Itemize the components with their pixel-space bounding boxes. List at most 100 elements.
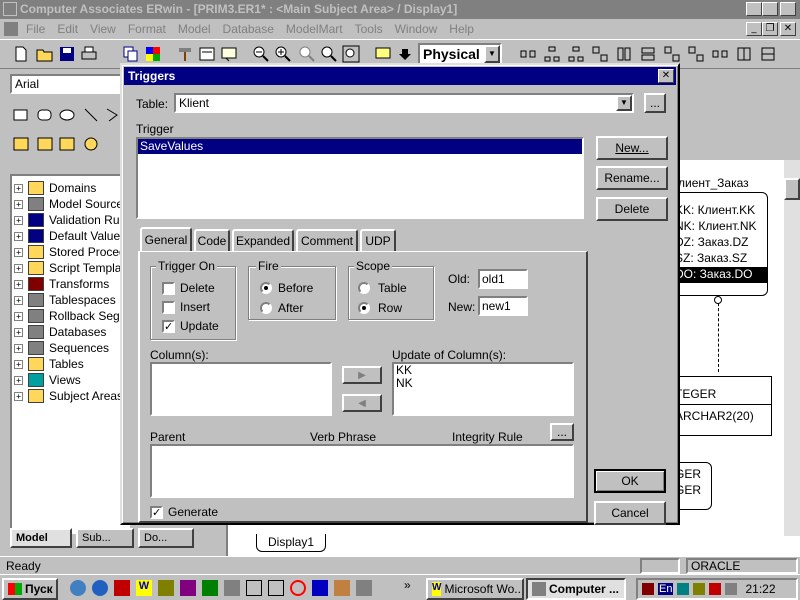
doc-minimize-button[interactable]: _	[746, 22, 762, 36]
tree-item[interactable]: + Default Values	[14, 228, 126, 244]
remove-column-button[interactable]: ◀	[342, 394, 382, 412]
columns-icon[interactable]	[616, 46, 632, 62]
task-word[interactable]: W Microsoft Wo...	[426, 578, 524, 600]
minimize-button[interactable]: _	[746, 2, 762, 16]
tray-icon[interactable]	[642, 583, 654, 595]
open-folder-icon[interactable]	[36, 45, 54, 63]
menu-item-window[interactable]: Window	[395, 22, 438, 36]
menu-item-edit[interactable]: Edit	[57, 22, 78, 36]
model-type-select[interactable]: Physical ▼	[418, 43, 502, 65]
hierarchy-icon[interactable]	[568, 46, 584, 62]
tree-item[interactable]: + Sequences	[14, 340, 109, 356]
entity-icon[interactable]	[688, 46, 704, 62]
table-layout-icon[interactable]	[736, 46, 752, 62]
maximize-button[interactable]: ❐	[762, 2, 778, 16]
menu-item-modelmart[interactable]: ModelMart	[286, 22, 343, 36]
old-input[interactable]: old1	[478, 269, 528, 289]
subtype-tool-icon[interactable]	[82, 135, 100, 153]
delete-trigger-button[interactable]: Delete	[596, 197, 668, 221]
expand-icon[interactable]: +	[14, 343, 23, 353]
tree-layout-icon[interactable]	[544, 46, 560, 62]
doc-restore-button[interactable]: ❐	[762, 22, 778, 36]
integrity-rule-button[interactable]: ...	[550, 423, 574, 441]
parent-list[interactable]	[150, 444, 574, 498]
expand-icon[interactable]: +	[14, 215, 23, 225]
vertical-scrollbar[interactable]	[784, 160, 800, 536]
tree-tab-2[interactable]: Do...	[138, 528, 194, 548]
columns-list[interactable]	[150, 362, 332, 416]
connect-icon[interactable]	[712, 46, 728, 62]
people-icon[interactable]	[334, 580, 350, 596]
new-trigger-button[interactable]: New...	[596, 136, 668, 160]
dialog-close-button[interactable]: ✕	[658, 69, 674, 83]
tree-item[interactable]: + Views	[14, 372, 81, 388]
menu-item-file[interactable]: File	[26, 22, 45, 36]
tree-item[interactable]: + Subject Areas	[14, 388, 123, 404]
expand-icon[interactable]: +	[14, 279, 23, 289]
trigger-list-item[interactable]: SaveValues	[138, 139, 582, 154]
form-icon[interactable]	[198, 45, 216, 63]
expand-icon[interactable]: +	[14, 183, 23, 193]
tree-tab-0[interactable]: Model	[10, 528, 72, 548]
tree-tab-1[interactable]: Sub...	[76, 528, 134, 548]
line-icon[interactable]	[82, 106, 100, 124]
expand-icon[interactable]: +	[14, 327, 23, 337]
powerpoint-icon[interactable]	[180, 580, 196, 596]
menu-item-view[interactable]: View	[90, 22, 116, 36]
entity-attribute[interactable]: SZ: Заказ.SZ	[673, 251, 767, 267]
view-tool-icon[interactable]	[36, 135, 54, 153]
expand-icon[interactable]: +	[14, 199, 23, 209]
rectangle-icon[interactable]	[12, 106, 30, 124]
rows-icon[interactable]	[640, 46, 656, 62]
start-button[interactable]: Пуск	[2, 578, 58, 600]
expand-icon[interactable]: +	[14, 375, 23, 385]
update-columns-list[interactable]: KK NK	[392, 362, 574, 416]
zoom-in-icon[interactable]	[274, 45, 292, 63]
chart-icon[interactable]	[312, 580, 328, 596]
update-checkbox[interactable]: ✓	[162, 320, 175, 333]
outlook-icon[interactable]	[114, 580, 130, 596]
entity-attribute[interactable]: KK: Клиент.KK	[673, 203, 767, 219]
entity-attribute[interactable]: DO: Заказ.DO	[673, 267, 767, 283]
align-icon[interactable]	[520, 46, 536, 62]
color-icon[interactable]	[144, 45, 162, 63]
tree-item[interactable]: + Model Sources	[14, 196, 128, 212]
tree-item[interactable]: + Validation Rule	[14, 212, 128, 228]
before-radio[interactable]	[260, 282, 272, 294]
display-icon[interactable]	[374, 45, 392, 63]
expand-icon[interactable]: +	[14, 359, 23, 369]
trigger-list[interactable]: SaveValues	[136, 137, 584, 219]
add-column-button[interactable]: ▶	[342, 366, 382, 384]
expand-icon[interactable]: +	[14, 311, 23, 321]
update-column-item[interactable]: NK	[396, 377, 572, 390]
doc-close-button[interactable]: ✕	[780, 22, 796, 36]
tree-item[interactable]: + Stored Proced	[14, 244, 126, 260]
new-file-icon[interactable]	[12, 45, 30, 63]
tab-expanded[interactable]: Expanded	[232, 229, 294, 251]
tab-general[interactable]: General	[140, 227, 192, 251]
menu-item-help[interactable]: Help	[449, 22, 474, 36]
row-radio[interactable]	[358, 302, 370, 314]
language-indicator[interactable]: En	[658, 583, 674, 595]
entity-box[interactable]: KK: Клиент.KK NK: Клиент.NK DZ: Заказ.DZ SZ…	[672, 192, 768, 296]
relation-icon[interactable]	[664, 46, 680, 62]
entity-attribute[interactable]: ARCHAR2(20)	[673, 405, 771, 427]
zoom-icon[interactable]	[298, 45, 316, 63]
tree-item[interactable]: + Script Templat	[14, 260, 125, 276]
tree-item[interactable]: + Tablespaces	[14, 292, 116, 308]
expand-icon[interactable]: »	[404, 578, 411, 592]
table-radio[interactable]	[358, 282, 370, 294]
display-tab[interactable]: Display1	[256, 534, 326, 552]
tools-icon[interactable]	[356, 580, 372, 596]
after-radio[interactable]	[260, 302, 272, 314]
grid-layout-icon[interactable]	[592, 46, 608, 62]
tree-item[interactable]: + Databases	[14, 324, 106, 340]
network-icon[interactable]	[268, 580, 284, 596]
expand-icon[interactable]: +	[14, 231, 23, 241]
tree-item[interactable]: + Transforms	[14, 276, 109, 292]
task-erwin[interactable]: Computer ...	[526, 578, 626, 600]
generate-checkbox[interactable]: ✓	[150, 506, 163, 519]
tab-udp[interactable]: UDP	[360, 229, 396, 251]
zoom-out-icon[interactable]	[252, 45, 270, 63]
printer-icon[interactable]	[246, 580, 262, 596]
